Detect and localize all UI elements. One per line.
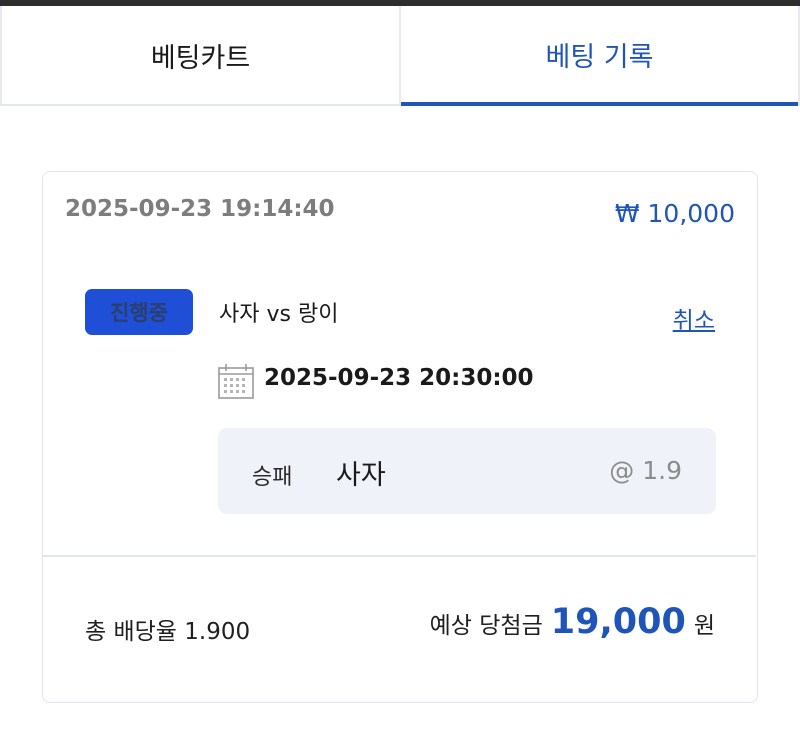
card-divider — [43, 555, 756, 557]
payout-label: 예상 당첨금 — [429, 613, 543, 639]
expected-payout: 예상 당첨금 19,000 원 — [430, 602, 715, 642]
bet-amount: ₩ 10,000 — [614, 199, 735, 228]
match-start-time: 2025-09-23 20:30:00 — [264, 365, 534, 391]
calendar-icon — [218, 364, 254, 399]
cancel-button[interactable]: 취소 — [673, 301, 715, 335]
tab-betting-cart[interactable]: 베팅카트 — [2, 6, 401, 106]
match-name: 사자 vs 랑이 — [219, 302, 339, 327]
bet-tabs: 베팅카트 베팅 기록 — [0, 6, 800, 106]
status-badge: 진행중 — [85, 289, 193, 335]
pick-selection: 사자 — [336, 460, 386, 491]
payout-unit: 원 — [693, 613, 715, 639]
tab-betting-history[interactable]: 베팅 기록 — [401, 6, 798, 106]
pick-market-type: 승패 — [252, 465, 293, 490]
bet-record-card: 2025-09-23 19:14:40 ₩ 10,000 진행중 사자 vs 랑… — [42, 171, 758, 703]
total-odds: 총 배당율 1.900 — [85, 619, 251, 645]
payout-value: 19,000 — [550, 602, 686, 642]
pick-odds: @ 1.9 — [609, 456, 682, 485]
bet-pick: 승패 사자 @ 1.9 — [218, 428, 716, 514]
bet-placed-time: 2025-09-23 19:14:40 — [65, 196, 335, 222]
